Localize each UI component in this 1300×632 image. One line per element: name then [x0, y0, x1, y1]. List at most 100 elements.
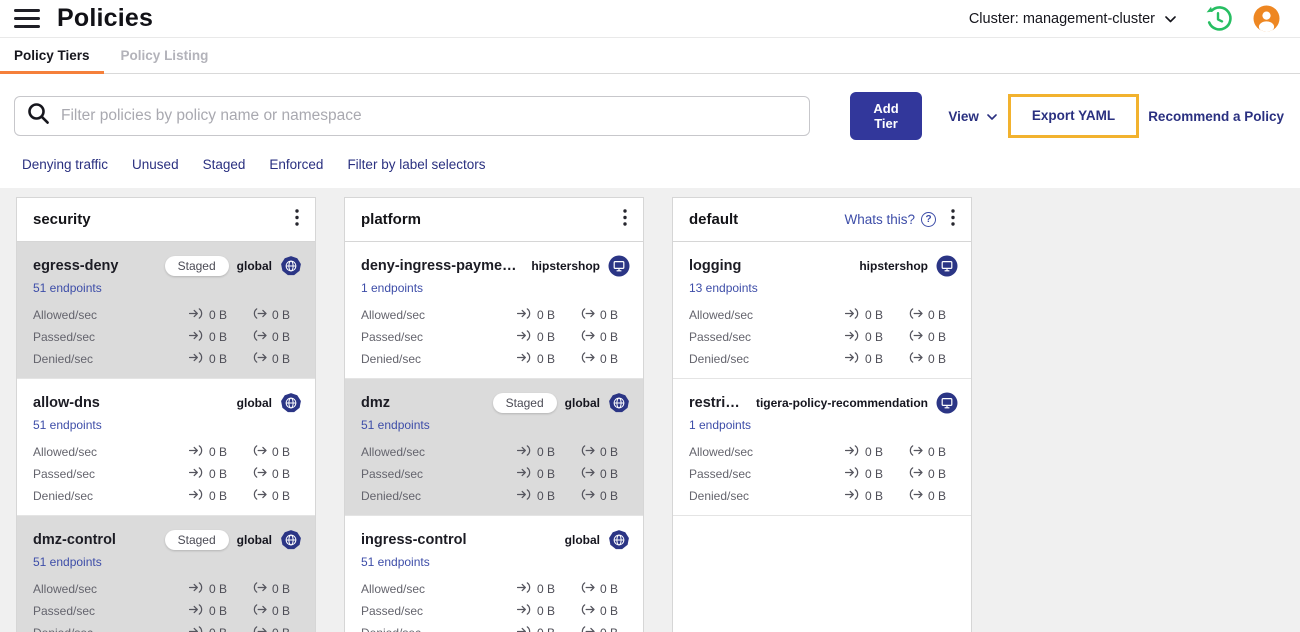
tier-column: platform deny-ingress-paymentservi… hips… — [344, 197, 644, 632]
policy-card[interactable]: restricted tigera-policy-recommendation … — [673, 379, 971, 516]
endpoints-link[interactable]: 1 endpoints — [361, 281, 423, 295]
metric-value-out: 0 B — [600, 467, 619, 481]
endpoints-link[interactable]: 51 endpoints — [361, 418, 430, 432]
metric-value-out: 0 B — [272, 330, 291, 344]
policy-card[interactable]: dmz-control Staged global 51 endpoints A… — [17, 516, 315, 632]
metric-value-in: 0 B — [537, 467, 556, 481]
metric-label: Denied/sec — [361, 626, 517, 632]
metric-row: Denied/sec 0 B 0 B — [361, 485, 630, 507]
tab-policy-listing[interactable]: Policy Listing — [107, 38, 223, 73]
traffic-out-icon — [580, 582, 595, 596]
tier-header: platform — [345, 198, 643, 242]
metric-label: Denied/sec — [33, 489, 94, 503]
metric-rows: Allowed/sec 0 B 0 B Passed/se — [33, 304, 302, 370]
chevron-down-icon — [1165, 11, 1176, 27]
tab-policy-tiers-label: Policy Tiers — [14, 48, 90, 63]
tab-policy-listing-label: Policy Listing — [120, 48, 209, 63]
metric-value-out: 0 B — [600, 445, 619, 459]
traffic-out-icon — [252, 604, 267, 618]
metric-value-out: 0 B — [600, 489, 619, 503]
metric-value-in: 0 B — [537, 352, 556, 366]
tier-column: default Whats this? ? logging hipstersho… — [672, 197, 972, 632]
policy-filter-input[interactable] — [61, 107, 797, 125]
tier-menu-kebab-icon[interactable] — [617, 205, 633, 235]
view-dropdown-button[interactable]: View — [948, 109, 997, 124]
metric-rows: Allowed/sec 0 B 0 B Passed/se — [361, 304, 630, 370]
endpoints-link[interactable]: 51 endpoints — [33, 418, 102, 432]
endpoints-link[interactable]: 13 endpoints — [689, 281, 758, 295]
tier-menu-kebab-icon[interactable] — [289, 205, 305, 235]
metric-rows: Allowed/sec 0 B 0 B Passed/se — [689, 304, 958, 370]
metric-value-out: 0 B — [272, 582, 291, 596]
hamburger-menu-icon[interactable] — [14, 9, 40, 28]
metric-label: Passed/sec — [33, 467, 96, 481]
export-yaml-button[interactable]: Export YAML — [1032, 108, 1115, 123]
endpoints-link[interactable]: 1 endpoints — [689, 418, 751, 432]
metric-row: Allowed/sec 0 B 0 B — [689, 304, 958, 326]
metric-value-out: 0 B — [272, 489, 291, 503]
traffic-out-icon — [908, 445, 923, 459]
metric-row: Allowed/sec 0 B 0 B — [361, 578, 630, 600]
filter-staged[interactable]: Staged — [203, 157, 246, 172]
quick-filters: Denying traffic Unused Staged Enforced F… — [14, 140, 1284, 172]
policy-list: deny-ingress-paymentservi… hipstershop 1… — [345, 242, 643, 632]
endpoints-link[interactable]: 51 endpoints — [361, 555, 430, 569]
traffic-out-icon — [252, 467, 267, 481]
policy-name: dmz — [361, 395, 390, 411]
policy-card[interactable]: allow-dns global 51 endpoints Allowed/se… — [17, 379, 315, 516]
filter-enforced[interactable]: Enforced — [269, 157, 323, 172]
add-tier-button[interactable]: Add Tier — [849, 92, 923, 140]
endpoints-link[interactable]: 51 endpoints — [33, 555, 102, 569]
history-clock-icon[interactable] — [1204, 5, 1232, 33]
tier-header: security — [17, 198, 315, 242]
policy-card[interactable]: egress-deny Staged global 51 endpoints A… — [17, 242, 315, 379]
traffic-out-icon — [580, 467, 595, 481]
metric-row: Passed/sec 0 B 0 B — [33, 326, 302, 348]
metric-row: Passed/sec 0 B 0 B — [33, 463, 302, 485]
metric-value-in: 0 B — [209, 582, 228, 596]
tier-menu-kebab-icon[interactable] — [945, 205, 961, 235]
filter-by-label-selectors[interactable]: Filter by label selectors — [347, 157, 485, 172]
metric-value-out: 0 B — [272, 626, 290, 632]
policy-list: egress-deny Staged global 51 endpoints A… — [17, 242, 315, 632]
policy-card[interactable]: dmz Staged global 51 endpoints Allowed/s… — [345, 379, 643, 516]
policy-card[interactable]: logging hipstershop 13 endpoints Allowed… — [673, 242, 971, 379]
policy-scope-label: tigera-policy-recommendation — [755, 396, 928, 410]
filter-denying-traffic[interactable]: Denying traffic — [22, 157, 108, 172]
metric-label: Passed/sec — [361, 467, 424, 481]
tab-bar: Policy Tiers Policy Listing — [0, 38, 1300, 74]
tier-header: default Whats this? ? — [673, 198, 971, 242]
policy-name: allow-dns — [33, 395, 100, 411]
metric-value-out: 0 B — [272, 352, 291, 366]
metric-value-in: 0 B — [537, 330, 556, 344]
traffic-in-icon — [188, 626, 204, 632]
metric-value-in: 0 B — [865, 467, 884, 481]
metric-value-in: 0 B — [209, 467, 228, 481]
traffic-in-icon — [188, 445, 204, 459]
recommend-policy-button[interactable]: Recommend a Policy — [1148, 109, 1284, 124]
traffic-in-icon — [844, 308, 860, 322]
user-avatar-icon[interactable] — [1253, 5, 1280, 32]
metric-value-in: 0 B — [865, 352, 884, 366]
metric-row: Allowed/sec 0 B 0 B — [33, 578, 302, 600]
metric-value-in: 0 B — [209, 489, 228, 503]
policy-name: logging — [689, 258, 742, 274]
cluster-selector-label: Cluster: management-cluster — [968, 10, 1155, 27]
traffic-in-icon — [516, 352, 532, 366]
metric-value-in: 0 B — [537, 308, 556, 322]
tier-help[interactable]: Whats this? ? — [844, 212, 936, 227]
metric-label: Passed/sec — [33, 330, 96, 344]
tab-policy-tiers[interactable]: Policy Tiers — [0, 38, 104, 74]
policy-name: deny-ingress-paymentservi… — [361, 258, 517, 274]
policy-card[interactable]: deny-ingress-paymentservi… hipstershop 1… — [345, 242, 643, 379]
endpoints-link[interactable]: 51 endpoints — [33, 281, 102, 295]
metric-value-in: 0 B — [865, 308, 884, 322]
filter-unused[interactable]: Unused — [132, 157, 179, 172]
policy-card[interactable]: ingress-control global 51 endpoints Allo… — [345, 516, 643, 632]
traffic-out-icon — [580, 445, 595, 459]
cluster-selector[interactable]: Cluster: management-cluster — [969, 11, 1176, 27]
metric-value-in: 0 B — [209, 352, 228, 366]
traffic-in-icon — [188, 467, 204, 481]
policy-scope-label: global — [564, 533, 600, 547]
metric-value-out: 0 B — [600, 626, 618, 632]
